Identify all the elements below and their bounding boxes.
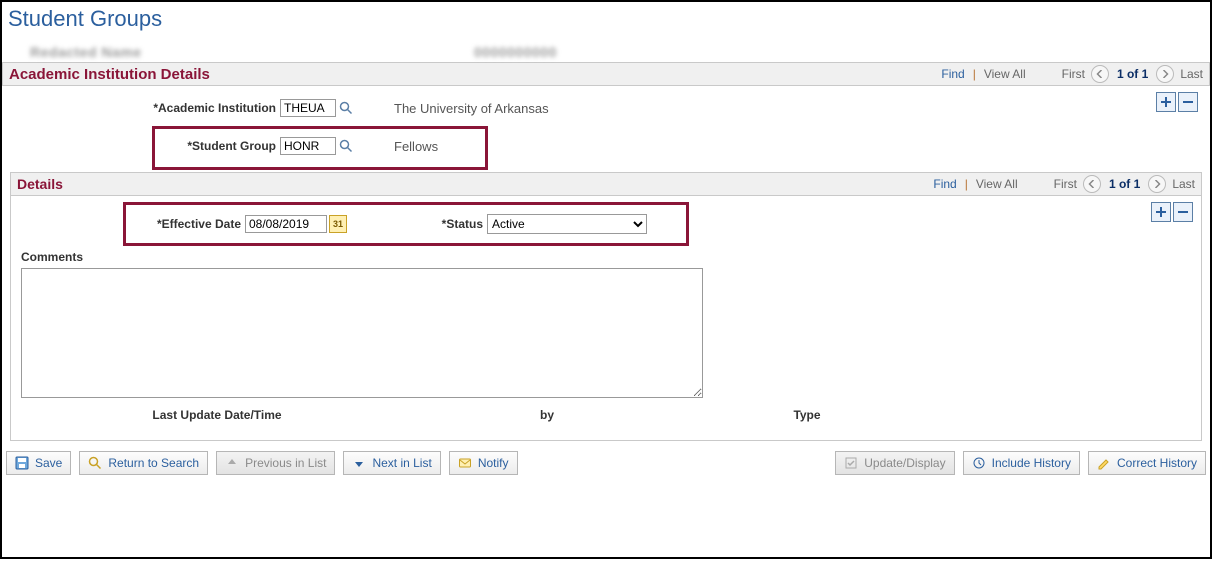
- search-icon: [88, 456, 102, 470]
- update-icon: [844, 456, 858, 470]
- up-arrow-icon: [225, 456, 239, 470]
- comments-label: Comments: [17, 244, 1191, 268]
- save-icon: [15, 456, 29, 470]
- save-label: Save: [35, 456, 62, 470]
- pipe-sep: |: [963, 177, 970, 191]
- pipe-sep: |: [971, 67, 978, 81]
- details-find-link[interactable]: Find: [933, 177, 956, 191]
- meta-by: by: [417, 408, 677, 422]
- calendar-icon[interactable]: 31: [329, 215, 347, 233]
- meta-type: Type: [677, 408, 937, 422]
- institution-input[interactable]: [280, 99, 336, 117]
- correct-icon: [1097, 456, 1111, 470]
- effective-date-input[interactable]: [245, 215, 327, 233]
- comments-textarea[interactable]: [21, 268, 703, 398]
- save-button[interactable]: Save: [6, 451, 71, 475]
- return-to-search-button[interactable]: Return to Search: [79, 451, 208, 475]
- details-first-label: First: [1054, 177, 1077, 191]
- details-viewall-link[interactable]: View All: [976, 177, 1018, 191]
- student-group-label: Student Group: [12, 139, 280, 153]
- update-label: Update/Display: [864, 456, 945, 470]
- aid-section-title: Academic Institution Details: [9, 66, 210, 83]
- student-group-description: Fellows: [354, 139, 438, 154]
- status-label: Status: [347, 217, 487, 231]
- history-icon: [972, 456, 986, 470]
- aid-prev-arrow-icon[interactable]: [1091, 65, 1109, 83]
- page-title: Student Groups: [2, 2, 1210, 44]
- aid-row-count: 1 of 1: [1115, 67, 1150, 81]
- meta-row: Last Update Date/Time by Type: [17, 398, 1191, 422]
- institution-lookup-icon[interactable]: [338, 100, 354, 116]
- redacted-name: Redacted Name: [30, 44, 474, 60]
- update-display-button: Update/Display: [835, 451, 954, 475]
- details-section-title: Details: [17, 176, 63, 192]
- aid-last-label: Last: [1180, 67, 1203, 81]
- institution-description: The University of Arkansas: [354, 101, 549, 116]
- student-group-lookup-icon[interactable]: [338, 138, 354, 154]
- notify-button[interactable]: Notify: [449, 451, 518, 475]
- include-history-button[interactable]: Include History: [963, 451, 1080, 475]
- details-next-arrow-icon[interactable]: [1148, 175, 1166, 193]
- down-arrow-icon: [352, 456, 366, 470]
- details-prev-arrow-icon[interactable]: [1083, 175, 1101, 193]
- redacted-row: Redacted Name 0000000000: [2, 44, 1210, 62]
- aid-first-label: First: [1062, 67, 1085, 81]
- next-in-list-button[interactable]: Next in List: [343, 451, 440, 475]
- redacted-id: 0000000000: [474, 44, 557, 60]
- details-section-header: Details Find | View All First 1 of 1 Las…: [10, 172, 1202, 196]
- institution-label: Academic Institution: [12, 101, 280, 115]
- details-add-row-button[interactable]: [1151, 202, 1171, 222]
- prev-label: Previous in List: [245, 456, 326, 470]
- details-row-count: 1 of 1: [1107, 177, 1142, 191]
- details-section-body: Effective Date 31 Status Active Comments…: [10, 196, 1202, 441]
- details-delete-row-button[interactable]: [1173, 202, 1193, 222]
- aid-section-header: Academic Institution Details Find | View…: [2, 62, 1210, 86]
- notify-label: Notify: [478, 456, 509, 470]
- previous-in-list-button: Previous in List: [216, 451, 335, 475]
- status-select[interactable]: Active: [487, 214, 647, 234]
- return-label: Return to Search: [108, 456, 199, 470]
- notify-icon: [458, 456, 472, 470]
- meta-last-update: Last Update Date/Time: [17, 408, 417, 422]
- aid-delete-row-button[interactable]: [1178, 92, 1198, 112]
- aid-next-arrow-icon[interactable]: [1156, 65, 1174, 83]
- aid-add-row-button[interactable]: [1156, 92, 1176, 112]
- correct-label: Correct History: [1117, 456, 1197, 470]
- effective-date-label: Effective Date: [17, 217, 245, 231]
- bottom-toolbar: Save Return to Search Previous in List N…: [2, 441, 1210, 485]
- next-label: Next in List: [372, 456, 431, 470]
- aid-find-link[interactable]: Find: [941, 67, 964, 81]
- correct-history-button[interactable]: Correct History: [1088, 451, 1206, 475]
- aid-section-body: Academic Institution The University of A…: [2, 86, 1210, 172]
- details-last-label: Last: [1172, 177, 1195, 191]
- include-label: Include History: [992, 456, 1071, 470]
- student-group-input[interactable]: [280, 137, 336, 155]
- aid-viewall-link[interactable]: View All: [984, 67, 1026, 81]
